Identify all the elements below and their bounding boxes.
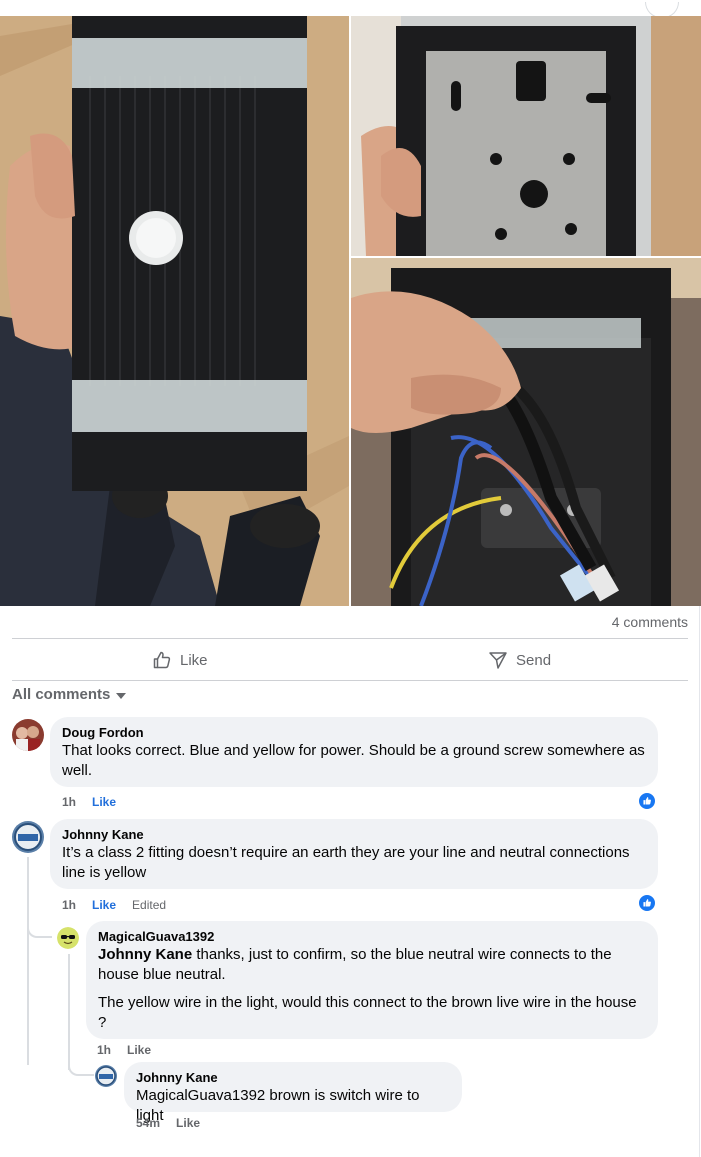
reply-thread-line xyxy=(68,954,70,1070)
comment-text: Johnny Kane thanks, just to confirm, so … xyxy=(98,945,646,985)
comment-like-link[interactable]: Like xyxy=(92,795,116,809)
avatar-doug-fordon[interactable] xyxy=(12,719,44,751)
avatar-image xyxy=(95,1065,117,1087)
thumbs-up-icon xyxy=(643,797,651,805)
sunglasses-face-icon xyxy=(57,927,79,949)
avatar-image xyxy=(12,719,44,751)
send-button-label: Send xyxy=(516,651,552,669)
comment-meta: 54m Like xyxy=(136,1116,200,1130)
post-photo-grid xyxy=(0,2,701,606)
reply-connector xyxy=(27,918,52,938)
comment-author[interactable]: Johnny Kane xyxy=(136,1070,450,1086)
photo-light-front[interactable] xyxy=(0,16,349,606)
mention-link[interactable]: Johnny Kane xyxy=(98,946,192,963)
comment-author[interactable]: Johnny Kane xyxy=(62,827,646,843)
comment-meta: 1h Like Edited xyxy=(62,898,166,912)
thumbs-up-icon xyxy=(643,899,651,907)
comment-like-link[interactable]: Like xyxy=(127,1043,151,1057)
comment-meta: 1h Like xyxy=(62,795,116,809)
avatar-johnny-kane[interactable] xyxy=(12,821,44,853)
send-icon xyxy=(489,652,507,669)
comment-author[interactable]: Doug Fordon xyxy=(62,725,646,741)
like-reaction-badge[interactable] xyxy=(638,792,656,810)
reply-bubble: MagicalGuava1392 Johnny Kane thanks, jus… xyxy=(86,921,658,1039)
comment-author[interactable]: MagicalGuava1392 xyxy=(98,929,646,945)
comment-bubble: Doug Fordon That looks correct. Blue and… xyxy=(50,717,658,787)
photo-light-front-image xyxy=(0,16,349,606)
reply-connector xyxy=(68,1058,94,1076)
photo-mounting-plate-image xyxy=(351,16,701,256)
comment-time[interactable]: 1h xyxy=(62,898,76,912)
comment-count[interactable]: 4 comments xyxy=(612,614,688,630)
caret-down-icon xyxy=(116,692,127,699)
thumbs-up-icon xyxy=(153,651,171,669)
avatar-johnny-kane[interactable] xyxy=(95,1065,117,1087)
like-button[interactable]: Like xyxy=(152,640,208,680)
post-action-bar: Like Send xyxy=(12,640,688,681)
like-button-label: Like xyxy=(180,651,208,669)
photo-wiring[interactable] xyxy=(351,258,701,606)
photo-mounting-plate[interactable] xyxy=(351,16,701,256)
comment-text: It’s a class 2 fitting doesn’t require a… xyxy=(62,844,630,881)
comment-text-paragraph: The yellow wire in the light, would this… xyxy=(98,994,637,1031)
comments-filter-dropdown[interactable]: All comments xyxy=(12,686,127,703)
avatar-magicalguava1392[interactable] xyxy=(57,927,79,949)
comment-time[interactable]: 1h xyxy=(62,795,76,809)
avatar-image xyxy=(12,821,44,853)
comment-edited-label[interactable]: Edited xyxy=(132,898,166,912)
comment-bubble: Johnny Kane It’s a class 2 fitting doesn… xyxy=(50,819,658,889)
comment-meta: 1h Like xyxy=(97,1043,151,1057)
reply-thread-line xyxy=(27,857,29,1065)
post-stats-row: 4 comments xyxy=(12,606,688,639)
comment-like-link[interactable]: Like xyxy=(92,898,116,912)
reply-bubble: Johnny Kane MagicalGuava1392 brown is sw… xyxy=(124,1062,462,1124)
comment-time[interactable]: 1h xyxy=(97,1043,111,1057)
like-reaction-badge[interactable] xyxy=(638,894,656,912)
feed-divider xyxy=(699,606,700,1157)
comment-time[interactable]: 54m xyxy=(136,1116,160,1130)
send-button[interactable]: Send xyxy=(488,640,551,680)
comment-like-link[interactable]: Like xyxy=(176,1116,200,1130)
comments-filter-label: All comments xyxy=(12,686,111,703)
comment-text: That looks correct. Blue and yellow for … xyxy=(62,742,645,779)
photo-wiring-image xyxy=(351,258,701,606)
